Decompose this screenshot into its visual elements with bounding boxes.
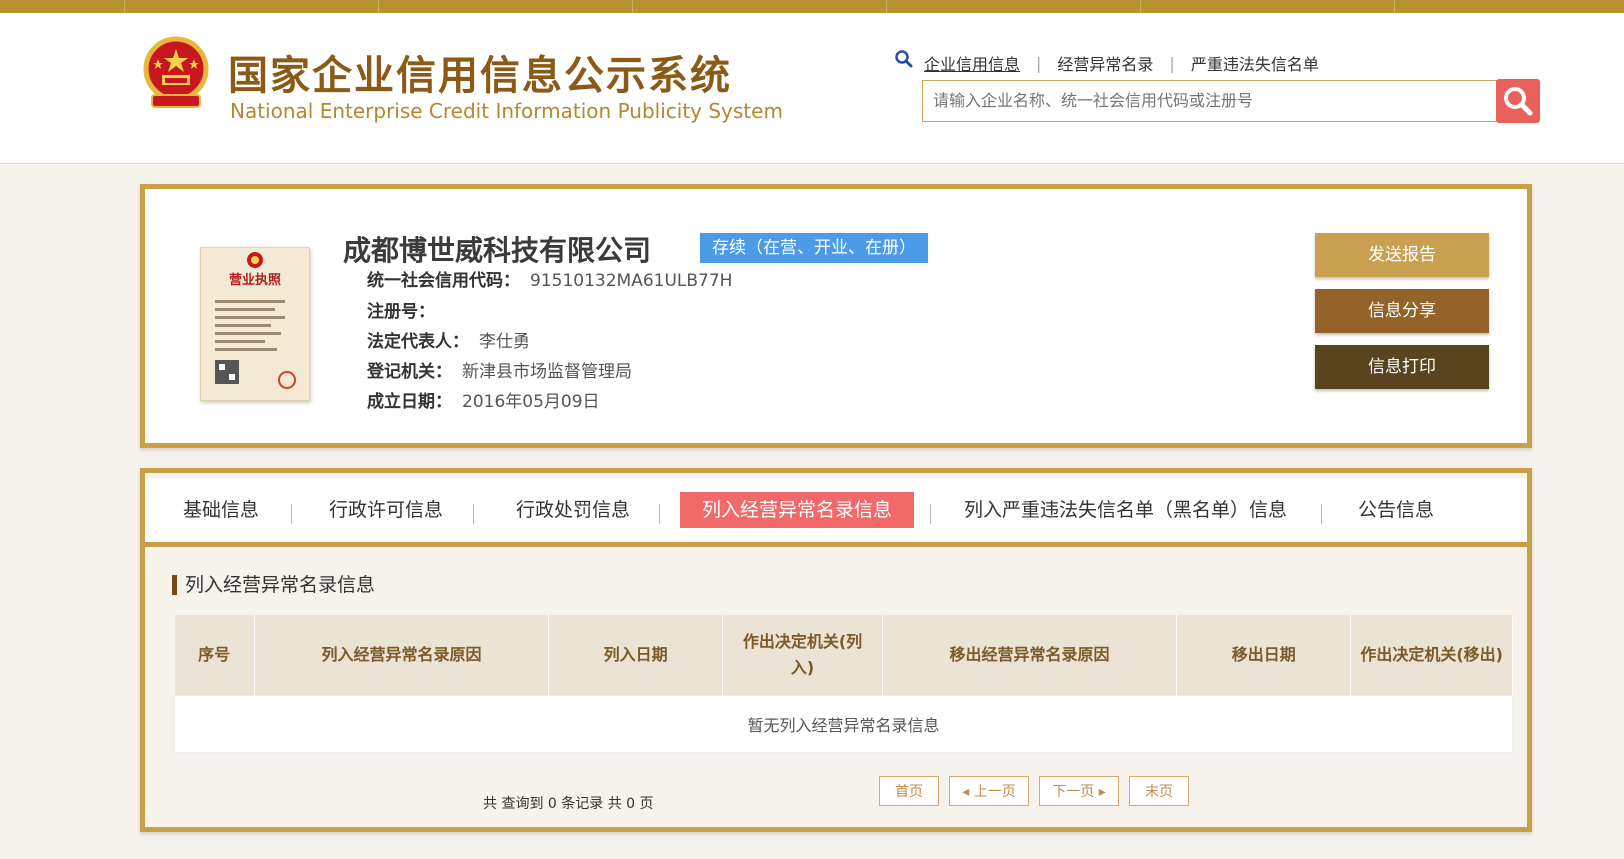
info-value: 新津县市场监督管理局 [462,362,632,382]
share-info-button[interactable]: 信息分享 [1315,289,1489,333]
tab-abnormal-operation[interactable]: 列入经营异常名录信息 [680,492,915,528]
next-page-label: 下一页 [1052,784,1095,800]
last-page-button[interactable]: 末页 [1129,776,1189,806]
company-name: 成都博世威科技有限公司 [343,234,652,267]
company-summary-card: 营业执照 成都博世威科技有限公司 存续（在营、开业、在册） 统一社会信用代码： 9… [140,184,1532,448]
prev-page-button[interactable]: ◂ 上一页 [949,776,1029,806]
site-subtitle: National Enterprise Credit Information P… [230,99,783,123]
license-title: 营业执照 [229,272,281,288]
search-box [922,80,1498,122]
tab-basic-info[interactable]: 基础信息 [183,478,259,542]
tab-bar: 基础信息 行政许可信息 行政处罚信息 列入经营异常名录信息 列入严重违法失信名单… [145,478,1527,547]
info-row-credit-code: 统一社会信用代码： 91510132MA61ULB77H [367,266,732,291]
top-bar-divider [378,0,379,13]
tab-serious-violation-blacklist[interactable]: 列入严重违法失信名单（黑名单）信息 [964,478,1287,542]
column-header-removal-reason: 移出经营异常名录原因 [882,615,1178,696]
column-header-listing-reason: 列入经营异常名录原因 [254,615,550,696]
tab-divider [659,504,660,524]
next-page-button[interactable]: 下一页 ▸ [1039,776,1119,806]
send-report-button[interactable]: 发送报告 [1315,233,1489,277]
detail-panel: 基础信息 行政许可信息 行政处罚信息 列入经营异常名录信息 列入严重违法失信名单… [140,468,1532,832]
column-header-listing-date: 列入日期 [548,615,724,696]
top-bar-divider [886,0,887,13]
table-row: 暂无列入经营异常名录信息 [174,695,1513,753]
nav-divider: | [1169,53,1175,73]
prev-page-label: 上一页 [973,784,1016,800]
nav-link-blacklist[interactable]: 严重违法失信名单 [1191,51,1319,75]
first-page-button[interactable]: 首页 [879,776,939,806]
info-value: 2016年05月09日 [462,392,600,412]
column-header-listing-authority: 作出决定机关(列入) [722,615,883,696]
tab-divider [291,504,292,524]
tab-divider [930,504,931,524]
info-label: 成立日期： [367,392,452,412]
tab-divider [1321,504,1322,524]
section-title: 列入经营异常名录信息 [172,575,375,595]
site-title: 国家企业信用信息公示系统 [228,53,732,99]
top-bar-divider [632,0,633,13]
info-row-legal-representative: 法定代表人： 李仕勇 [367,327,530,352]
info-value: 91510132MA61ULB77H [530,271,733,291]
column-header-removal-date: 移出日期 [1176,615,1352,696]
top-navigation: 企业信用信息 | 经营异常名录 | 严重违法失信名单 [895,50,1319,75]
search-icon [895,50,913,68]
chevron-right-icon: ▸ [1094,784,1106,800]
tab-administrative-license[interactable]: 行政许可信息 [329,478,443,542]
tab-administrative-penalty[interactable]: 行政处罚信息 [516,478,630,542]
print-info-button[interactable]: 信息打印 [1315,345,1489,389]
nav-divider: | [1036,53,1042,73]
info-row-registration-authority: 登记机关： 新津县市场监督管理局 [367,357,632,382]
column-header-removal-authority: 作出决定机关(移出) [1350,615,1513,696]
search-button[interactable] [1496,79,1540,123]
tab-announcements[interactable]: 公告信息 [1358,478,1434,542]
search-input[interactable] [923,81,1463,119]
nav-link-credit-info[interactable]: 企业信用信息 [924,51,1020,75]
pagination-summary: 共 查询到 0 条记录 共 0 页 [483,796,654,812]
top-bar-divider [1140,0,1141,13]
top-color-bar [0,0,1624,13]
status-badge: 存续（在营、开业、在册） [700,233,928,263]
abnormal-list-table: 序号 列入经营异常名录原因 列入日期 作出决定机关(列入) 移出经营异常名录原因… [174,615,1513,753]
info-row-registration-number: 注册号： [367,297,445,322]
info-row-establishment-date: 成立日期： 2016年05月09日 [367,387,600,412]
chevron-left-icon: ◂ [962,784,974,800]
empty-table-message: 暂无列入经营异常名录信息 [174,695,1513,753]
info-label: 法定代表人： [367,332,469,352]
top-bar-divider [124,0,125,13]
business-license-image: 营业执照 [200,247,310,401]
national-emblem-icon [143,36,209,108]
top-bar-divider [1394,0,1395,13]
info-value: 李仕勇 [479,332,530,352]
search-icon [1504,87,1533,116]
info-label: 注册号： [367,302,435,322]
column-header-index: 序号 [174,615,255,696]
info-label: 登记机关： [367,362,452,382]
site-header: 国家企业信用信息公示系统 National Enterprise Credit … [0,13,1624,164]
tab-divider [473,504,474,524]
info-label: 统一社会信用代码： [367,271,520,291]
nav-link-abnormal-list[interactable]: 经营异常名录 [1057,51,1153,75]
table-header-row: 序号 列入经营异常名录原因 列入日期 作出决定机关(列入) 移出经营异常名录原因… [174,615,1513,696]
